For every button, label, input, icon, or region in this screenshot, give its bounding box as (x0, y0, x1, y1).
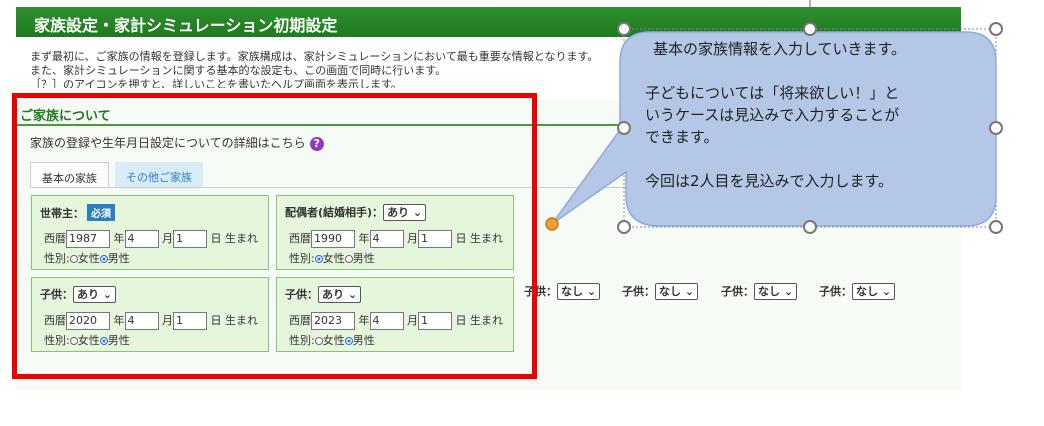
page-title: 家族設定・家計シミュレーション初期設定 (16, 7, 961, 37)
child-label: 子供： (721, 285, 754, 298)
intro-line-2: また、家計シミュレーションに関する基本的な設定も、この画面で同時に行います。 (30, 64, 447, 77)
intro-line-3: ［？］のアイコンを押すと、詳しいことを書いたヘルプ画面を表示します。 (30, 78, 402, 88)
chevron-down-icon: ⌄ (783, 285, 794, 298)
callout-line-4: できます。 (645, 128, 719, 146)
callout-line-5: 今回は2人目を見込みで入力します。 (645, 172, 894, 190)
callout-line-3: いうケースは見込みで入力することが (645, 106, 900, 124)
extra-child-6: 子供： なし ⌄ (819, 283, 896, 300)
chevron-down-icon: ⌄ (586, 285, 597, 298)
child-select-value: なし (659, 285, 681, 298)
child-select[interactable]: なし ⌄ (754, 283, 798, 300)
chevron-down-icon: ⌄ (684, 285, 695, 298)
callout-line-2: 子どもについては「将来欲しい！」と (645, 84, 900, 102)
child-label: 子供： (819, 285, 852, 298)
chevron-down-icon: ⌄ (881, 285, 892, 298)
child-select[interactable]: なし ⌄ (557, 283, 601, 300)
intro-text: まず最初に、ご家族の情報を登録します。家族構成は、家計シミュレーションにおいて最… (30, 50, 598, 88)
child-select-value: なし (856, 285, 878, 298)
callout-text: 基本の家族情報を入力していきます。 子どもについては「将来欲しい！」と いうケー… (645, 38, 975, 192)
child-label: 子供： (622, 285, 655, 298)
callout-line-1: 基本の家族情報を入力していきます。 (653, 40, 907, 58)
intro-line-1: まず最初に、ご家族の情報を登録します。家族構成は、家計シミュレーションにおいて最… (30, 50, 599, 63)
highlight-box (12, 93, 537, 379)
child-select-value: なし (758, 285, 780, 298)
resize-handle (989, 22, 1003, 36)
child-select[interactable]: なし ⌄ (655, 283, 699, 300)
extra-child-5: 子供： なし ⌄ (721, 283, 798, 300)
child-select-value: なし (561, 285, 583, 298)
child-select[interactable]: なし ⌄ (852, 283, 896, 300)
resize-handle (989, 220, 1003, 234)
extra-child-4: 子供： なし ⌄ (622, 283, 699, 300)
resize-handle (989, 121, 1003, 135)
